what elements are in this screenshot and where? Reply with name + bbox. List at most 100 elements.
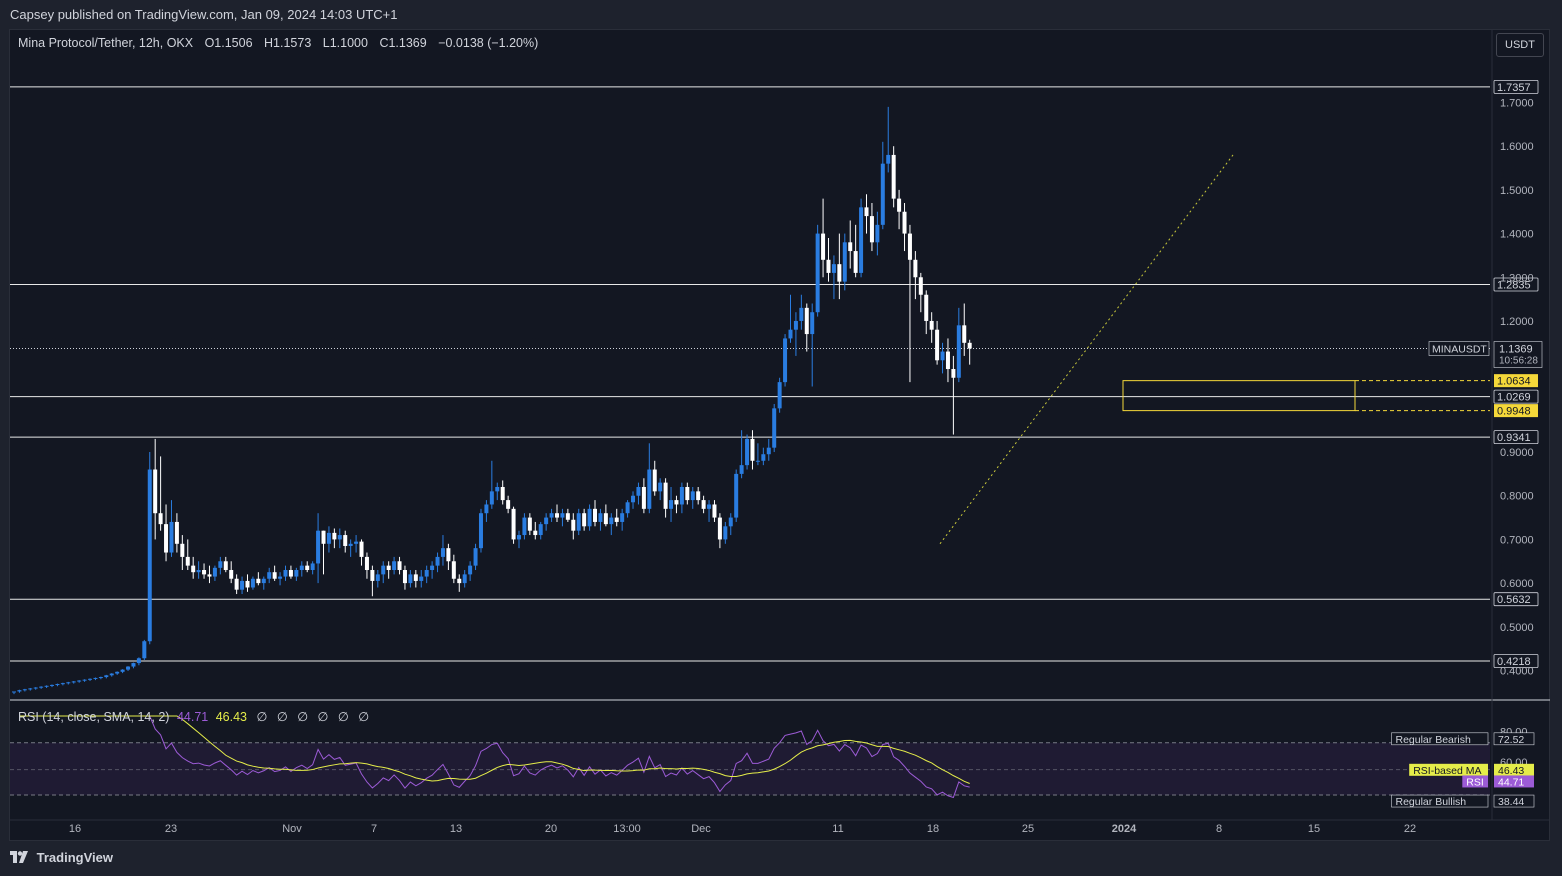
candle-body xyxy=(614,517,619,522)
candle-body xyxy=(918,277,923,295)
candle-body xyxy=(440,548,445,557)
candle-body xyxy=(451,561,456,579)
candle-body xyxy=(39,686,44,688)
candle-body xyxy=(696,491,701,501)
candle-body xyxy=(375,574,380,581)
candle-body xyxy=(82,679,87,681)
candle-body xyxy=(33,687,38,689)
candle-body xyxy=(560,513,565,518)
change-value: −0.0138 (−1.20%) xyxy=(438,36,539,50)
level-price-label: 0.9341 xyxy=(1497,432,1531,444)
candle-body xyxy=(620,513,625,522)
candle-body xyxy=(641,486,646,509)
candle-body xyxy=(12,691,16,693)
price-tick-label: 0.6000 xyxy=(1500,578,1534,590)
price-tick-label: 0.7000 xyxy=(1500,534,1534,546)
time-tick-label: Dec xyxy=(691,823,711,835)
rsi-marker-label: RSI xyxy=(1466,776,1484,788)
candle-body xyxy=(674,500,679,505)
candle-body xyxy=(717,517,722,540)
candle-body xyxy=(169,521,174,553)
candle-body xyxy=(935,329,940,361)
candle-body xyxy=(658,482,663,492)
time-tick-label: 8 xyxy=(1216,823,1222,835)
candle-body xyxy=(131,663,136,667)
time-tick-label: 7 xyxy=(371,823,377,835)
time-tick-label: 15 xyxy=(1308,823,1320,835)
candle-body xyxy=(98,677,103,679)
candle-body xyxy=(891,154,896,199)
symbol-tag-label: MINAUSDT xyxy=(1432,344,1487,356)
candle-body xyxy=(147,469,152,642)
candle-body xyxy=(299,565,304,571)
trendline-layer xyxy=(939,154,1234,545)
countdown-label: 10:56:28 xyxy=(1499,356,1538,367)
grid-layer xyxy=(10,30,1550,821)
candle-body xyxy=(424,570,429,577)
zone-price-label: 0.9948 xyxy=(1497,406,1531,418)
candle-body xyxy=(864,207,869,217)
candle-body xyxy=(489,491,494,505)
rsi-value-label: 44.71 xyxy=(1498,776,1524,788)
candle-body xyxy=(153,469,158,514)
candle-body xyxy=(663,482,668,509)
candle-body xyxy=(321,530,326,544)
symbol-name: Mina Protocol/Tether, 12h, OKX xyxy=(18,36,194,50)
candle-body xyxy=(945,351,950,370)
tradingview-logo-icon xyxy=(10,851,28,863)
candle-body xyxy=(28,688,33,690)
candle-body xyxy=(701,500,706,509)
candle-body xyxy=(305,565,310,571)
candle-body xyxy=(17,690,22,692)
candle-body xyxy=(549,513,554,518)
rsi-empty-values: ∅ ∅ ∅ ∅ ∅ ∅ xyxy=(256,710,373,724)
candle-body xyxy=(631,495,636,503)
candle-body xyxy=(652,469,657,492)
candle-body xyxy=(799,307,804,321)
candle-body xyxy=(364,556,369,571)
price-tick-label: 1.6000 xyxy=(1500,141,1534,153)
rsi-value-label: 46.43 xyxy=(1498,765,1524,777)
candle-body xyxy=(272,572,277,579)
candle-body xyxy=(848,242,853,252)
candle-body xyxy=(777,382,782,409)
candle-body xyxy=(761,454,766,461)
candle-body xyxy=(511,508,516,540)
candle-body xyxy=(544,517,549,525)
candle-body xyxy=(940,351,945,361)
candle-body xyxy=(354,541,359,544)
candle-body xyxy=(337,535,342,540)
candle-body xyxy=(66,682,71,684)
candle-body xyxy=(924,294,929,321)
price-tick-label: 1.3000 xyxy=(1500,272,1534,284)
tradingview-footer[interactable]: TradingView xyxy=(10,850,113,865)
price-tick-label: 0.4000 xyxy=(1500,666,1534,678)
candle-body xyxy=(326,532,331,544)
low-value: L1.1000 xyxy=(322,36,368,50)
candle-body xyxy=(381,565,386,575)
demand-zone xyxy=(1122,380,1490,412)
time-tick-label: 13 xyxy=(450,823,462,835)
time-tick-label: 23 xyxy=(165,823,177,835)
rsi-marker-label: Regular Bearish xyxy=(1396,734,1471,746)
time-tick-label: Nov xyxy=(282,823,302,835)
candle-body xyxy=(430,565,435,571)
rsi-band-fill xyxy=(10,742,1490,796)
currency-button[interactable]: USDT xyxy=(1496,33,1544,57)
price-tick-label: 1.5000 xyxy=(1500,185,1534,197)
candle-body xyxy=(826,259,831,273)
candle-body xyxy=(516,535,521,540)
candle-body xyxy=(951,369,956,378)
candle-body xyxy=(636,486,641,496)
zone-box xyxy=(1122,380,1356,412)
time-tick-label: 22 xyxy=(1404,823,1416,835)
candlestick-chart[interactable]: 1.73571.28351.02690.93410.56320.42180.40… xyxy=(0,0,1562,876)
candle-body xyxy=(77,680,82,682)
rsi-pane: 80.0060.00Regular Bearish 72.52RSI-based … xyxy=(10,715,1535,808)
candle-body xyxy=(582,513,587,527)
rsi-legend: RSI (14, close, SMA, 14, 2) 44.71 46.43 … xyxy=(18,709,372,724)
time-tick-label: 11 xyxy=(832,823,843,835)
candle-body xyxy=(142,641,147,659)
candle-body xyxy=(104,675,109,678)
candle-body xyxy=(310,563,315,571)
